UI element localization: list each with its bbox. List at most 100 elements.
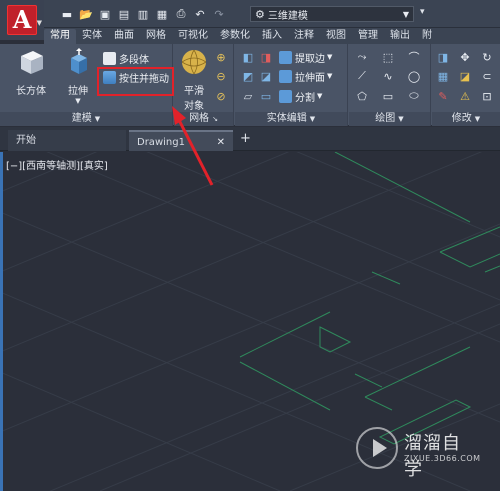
intersect-icon[interactable]: ◩ xyxy=(241,69,255,83)
spline-icon[interactable]: ∿ xyxy=(381,69,395,83)
box-label: 长方体 xyxy=(16,86,46,97)
extrude-faces-label: 拉伸面 xyxy=(295,72,325,84)
ribbon-tab[interactable]: 可视化 xyxy=(172,29,214,44)
move-mirror-icon[interactable]: ◨ xyxy=(436,50,450,64)
extract-edges-button[interactable]: 提取边 ▼ xyxy=(279,49,332,65)
publish-icon[interactable]: ▥ xyxy=(136,7,150,21)
panel-solid-editing: ◧ ◨ 提取边 ▼ ◩ ◪ 拉伸面 ▼ ▱ ▭ 分割 ▼ 实体编辑 ▼ xyxy=(235,44,348,126)
arc-icon[interactable]: ⌒ xyxy=(407,50,421,64)
panel-mesh: 平滑 对象 ⊕ ⊖ ⊘ 网格 ↘ xyxy=(174,44,234,126)
extrude-faces-icon xyxy=(279,69,292,83)
slice-icon xyxy=(279,89,292,103)
explode-icon[interactable]: ⚠ xyxy=(458,89,472,103)
extrude-icon xyxy=(71,48,87,74)
slice-label: 分割 xyxy=(295,92,315,104)
redo-icon[interactable]: ↷ xyxy=(212,7,226,21)
smooth-label-line2: 对象 xyxy=(184,101,204,112)
workspace-label: 三维建模 xyxy=(267,10,308,22)
highlight-box xyxy=(97,67,174,96)
ribbon-tab[interactable]: 曲面 xyxy=(108,29,140,44)
ribbon-tab[interactable]: 实体 xyxy=(76,29,108,44)
new-file-icon[interactable]: ▬ xyxy=(60,7,74,21)
print-icon[interactable]: ⎙ xyxy=(174,7,188,21)
title-bar: A ▼ ▬ 📂 ▣ ▤ ▥ ▦ ⎙ ↶ ↷ ⚙ 三维建模 ▼ ▾ xyxy=(0,0,500,40)
close-icon[interactable]: ✕ xyxy=(217,132,225,153)
ribbon-tab[interactable]: 参数化 xyxy=(214,29,256,44)
undo-icon[interactable]: ↶ xyxy=(193,7,207,21)
panel-draw: ⤳ ⬚ ⌒ ⟋ ∿ ◯ ⬠ ▭ ⬭ 绘图 ▼ xyxy=(349,44,431,126)
gear-icon: ⚙ xyxy=(255,7,265,21)
smooth-sphere-icon xyxy=(181,49,207,75)
circle-icon[interactable]: ◯ xyxy=(407,69,421,83)
panel-title-modify[interactable]: 修改 ▼ xyxy=(432,112,500,126)
viewport-controls-label[interactable]: [−][西南等轴测][真实] xyxy=(6,157,108,172)
extract-edges-label: 提取边 xyxy=(295,53,325,65)
ribbon-tab[interactable]: 管理 xyxy=(352,29,384,44)
new-tab-icon[interactable]: + xyxy=(240,131,251,146)
quick-access-toolbar: ▬ 📂 ▣ ▤ ▥ ▦ ⎙ ↶ ↷ xyxy=(60,6,231,22)
polysolid-button[interactable]: 多段体 xyxy=(103,50,149,66)
mesh-crease-icon[interactable]: ⊘ xyxy=(214,89,228,103)
save-as-icon[interactable]: ▤ xyxy=(117,7,131,21)
green-model-edges xyxy=(239,152,500,445)
chevron-down-icon: ▼ xyxy=(36,19,42,27)
save-icon[interactable]: ▣ xyxy=(98,7,112,21)
array-icon[interactable]: ▦ xyxy=(436,69,450,83)
move-icon[interactable]: ✥ xyxy=(458,50,472,64)
play-icon xyxy=(373,439,387,457)
subtract-icon[interactable]: ◨ xyxy=(259,50,273,64)
panel-title-modeling[interactable]: 建模 ▼ xyxy=(0,112,172,126)
viewport-left-edge xyxy=(0,152,3,491)
plot-icon[interactable]: ▦ xyxy=(155,7,169,21)
interfere-icon[interactable]: ◪ xyxy=(259,69,273,83)
smooth-object-button[interactable]: 平滑 对象 xyxy=(176,48,212,112)
polyline-icon[interactable]: ⤳ xyxy=(355,50,369,64)
ribbon-tab-bar: 常用 实体 曲面 网格 可视化 参数化 插入 注释 视图 管理 输出附 xyxy=(44,28,500,44)
ribbon-tab[interactable]: 常用 xyxy=(44,29,76,44)
mesh-sphere-plus-icon[interactable]: ⊕ xyxy=(214,50,228,64)
ribbon-tab[interactable]: 视图 xyxy=(320,29,352,44)
ribbon-tab[interactable]: 注释 xyxy=(288,29,320,44)
autocad-logo-icon: A xyxy=(7,5,37,35)
scale-icon[interactable]: ⊡ xyxy=(480,89,494,103)
rectangle-icon[interactable]: ▭ xyxy=(381,89,395,103)
panel-title-draw[interactable]: 绘图 ▼ xyxy=(349,112,430,126)
ribbon-tab[interactable]: 网格 xyxy=(140,29,172,44)
tab-drawing1[interactable]: Drawing1 ✕ xyxy=(129,130,233,151)
tab-start[interactable]: 开始 xyxy=(8,130,126,151)
watermark: 溜溜自学 ZIXUE.3D66.COM xyxy=(352,423,480,480)
rotate-icon[interactable]: ↻ xyxy=(480,50,494,64)
line-icon[interactable]: ⟋ xyxy=(355,69,369,83)
ribbon-tab[interactable]: 插入 xyxy=(256,29,288,44)
slice-button[interactable]: 分割 ▼ xyxy=(279,88,322,104)
union-icon[interactable]: ◧ xyxy=(241,50,255,64)
thicken-icon[interactable]: ▱ xyxy=(241,89,255,103)
panel-title-mesh[interactable]: 网格 ↘ xyxy=(174,112,233,126)
ribbon-tab[interactable]: 附 xyxy=(416,29,438,44)
offset-icon[interactable]: ⊂ xyxy=(480,69,494,83)
erase-icon[interactable]: ✎ xyxy=(436,89,450,103)
box-icon xyxy=(21,51,43,74)
extrude-faces-button[interactable]: 拉伸面 ▼ xyxy=(279,68,332,84)
rectangle-dashed-icon[interactable]: ⬚ xyxy=(381,50,395,64)
panel-title-solid-editing[interactable]: 实体编辑 ▼ xyxy=(235,112,347,126)
chevron-down-icon: ▼ xyxy=(75,97,81,105)
panel-modify: ◨ ✥ ↻ ▦ ◪ ⊂ ✎ ⚠ ⊡ 修改 ▼ xyxy=(432,44,500,126)
fillet-icon[interactable]: ◪ xyxy=(458,69,472,83)
smooth-label-line1: 平滑 xyxy=(184,86,204,97)
box-button[interactable]: 长方体 xyxy=(11,48,51,97)
shell-icon[interactable]: ▭ xyxy=(259,89,273,103)
extract-edges-icon xyxy=(279,50,292,64)
customize-dropdown-icon[interactable]: ▾ xyxy=(420,7,425,17)
polysolid-icon xyxy=(103,51,116,65)
ellipse-icon[interactable]: ⬭ xyxy=(407,89,421,103)
mesh-sphere-minus-icon[interactable]: ⊖ xyxy=(214,69,228,83)
document-tab-bar: 开始 Drawing1 ✕ + xyxy=(0,127,500,151)
ribbon: 长方体 拉伸 ▼ 多段体 按住并拖动 建模 ▼ 平滑 对象 ⊕ ⊖ ⊘ 网格 ↘… xyxy=(0,44,500,126)
ribbon-tab[interactable]: 输出 xyxy=(384,29,416,44)
application-menu-button[interactable]: A ▼ xyxy=(0,0,44,40)
extrude-button[interactable]: 拉伸 ▼ xyxy=(58,48,98,105)
open-folder-icon[interactable]: 📂 xyxy=(79,7,93,21)
workspace-select[interactable]: ⚙ 三维建模 ▼ xyxy=(250,6,414,22)
polygon-icon[interactable]: ⬠ xyxy=(355,89,369,103)
